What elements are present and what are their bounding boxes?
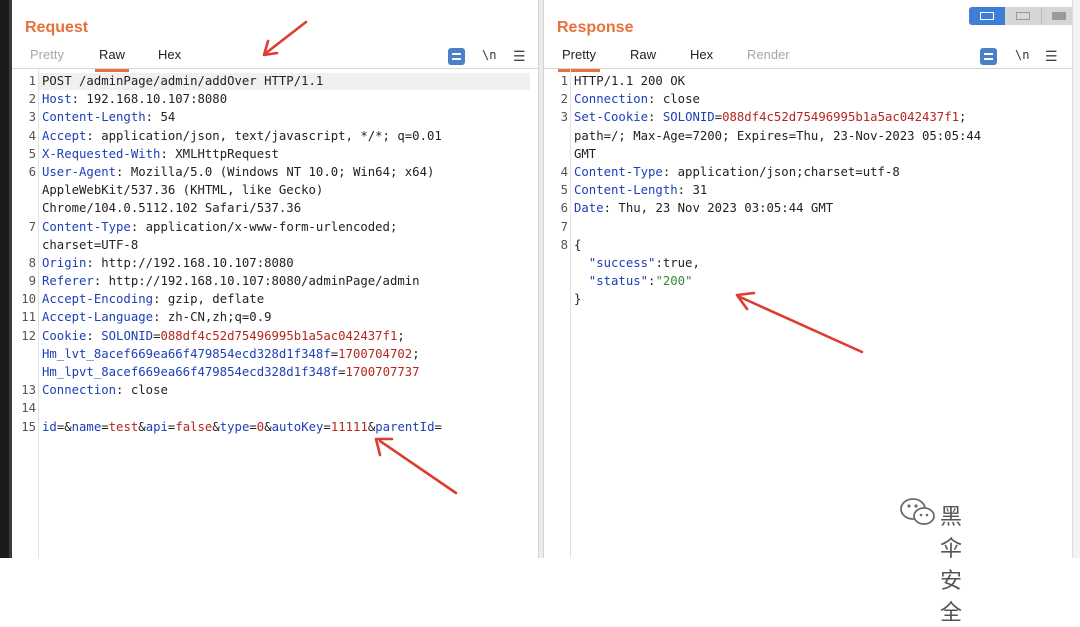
watermark-text: 黑伞安全 — [940, 504, 964, 625]
arrow-autokey — [378, 439, 458, 495]
wechat-icon — [900, 498, 935, 525]
arrow-raw-tab — [264, 20, 308, 55]
arrow-status — [738, 295, 864, 354]
annotation-arrows — [262, 20, 864, 495]
